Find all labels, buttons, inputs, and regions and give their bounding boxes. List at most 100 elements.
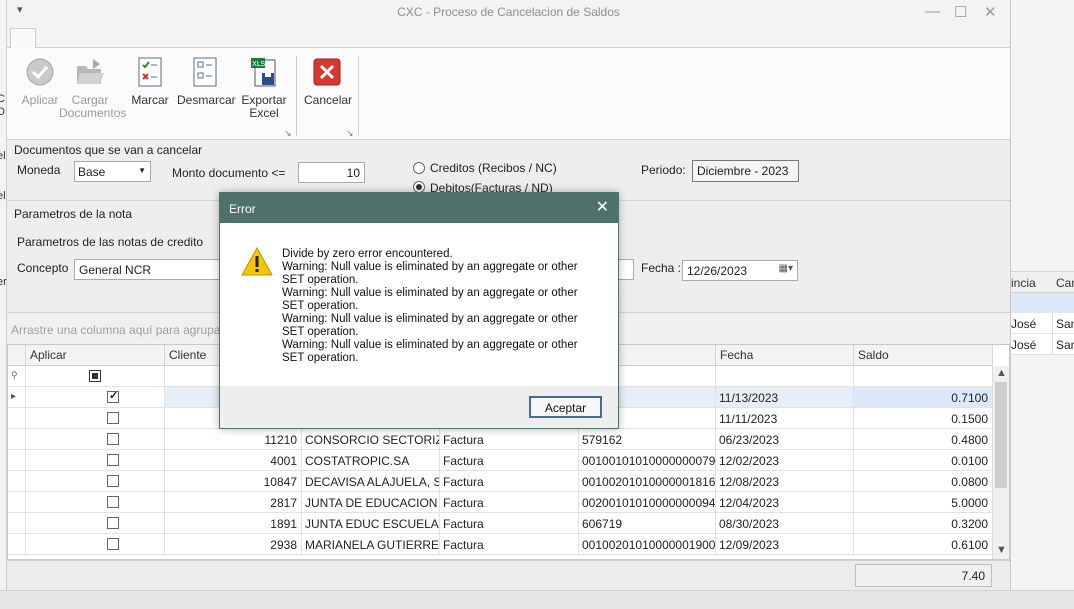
- vertical-scrollbar[interactable]: ▲ ▼: [992, 366, 1009, 559]
- background-row: José San: [1011, 313, 1074, 334]
- aplicar-cell: [26, 534, 165, 555]
- filter-cell[interactable]: [26, 366, 165, 387]
- ribbon-tab-bar: [7, 26, 1010, 49]
- column-header-aplicar[interactable]: Aplicar: [26, 345, 165, 366]
- background-header-cell: Can: [1056, 276, 1074, 290]
- background-selected-row: [1011, 293, 1074, 313]
- section-documentos-title: Documentos que se van a cancelar: [14, 143, 203, 157]
- select-all-checkbox[interactable]: [89, 370, 101, 382]
- aplicar-label: Aplicar: [21, 93, 59, 107]
- periodo-label: Periodo:: [641, 163, 686, 177]
- table-row[interactable]: 1891JUNTA EDUC ESCUELA B...Factura606719…: [8, 513, 993, 534]
- documento-cell: 606719: [579, 513, 716, 534]
- cancelar-label: Cancelar: [304, 93, 353, 107]
- scroll-down-icon[interactable]: ▼: [996, 544, 1007, 556]
- desmarcar-button[interactable]: Desmarcar: [177, 56, 236, 107]
- row-indicator: [8, 513, 26, 534]
- close-icon[interactable]: ✕: [984, 3, 997, 21]
- cliente-cell: 2938: [165, 534, 302, 555]
- saldo-cell: 0.1500: [854, 408, 993, 429]
- table-row[interactable]: 10847 DECAVISA ALAJUELA, SA Factura 0010020…: [8, 471, 993, 492]
- warning-icon: [240, 246, 274, 281]
- status-bar: [0, 590, 1074, 609]
- saldo-cell: 0.7100: [854, 387, 993, 408]
- aplicar-checkbox[interactable]: [107, 475, 119, 487]
- exportar-excel-label: Exportar Excel: [241, 93, 287, 120]
- aplicar-checkbox[interactable]: [107, 389, 119, 403]
- fecha-cell: 12/09/2023: [716, 534, 854, 555]
- fecha-cell: 08/30/2023: [716, 513, 854, 534]
- cargar-documentos-button[interactable]: Cargar Documentos: [59, 56, 126, 120]
- monto-input[interactable]: 10: [298, 162, 365, 183]
- table-row[interactable]: 4001 COSTATROPIC.SA Factura 001001010100000…: [8, 450, 993, 471]
- ribbon-group-launcher-icon[interactable]: ↘: [284, 128, 292, 139]
- ribbon-group-launcher-icon[interactable]: ↘: [346, 128, 354, 139]
- row-indicator: [8, 492, 26, 513]
- fecha-label: Fecha :: [641, 261, 682, 275]
- creditos-label: Creditos (Recibos / NC): [430, 161, 557, 175]
- row-indicator: [8, 534, 26, 555]
- scroll-up-icon[interactable]: ▲: [996, 367, 1007, 379]
- tipo-cell: Factura: [440, 471, 579, 492]
- row-indicator: [8, 408, 26, 429]
- cliente-cell: 10847: [165, 471, 302, 492]
- saldo-cell: 0.0100: [854, 450, 993, 471]
- cliente-cell: 1891: [165, 513, 302, 534]
- cliente-cell: 2817: [165, 492, 302, 513]
- concepto-label: Concepto: [17, 261, 69, 275]
- nombre-cell: MARIANELA GUTIERREZ...: [302, 534, 440, 555]
- nombre-cell: JUNTA DE EDUCACION ...: [302, 492, 440, 513]
- background-label: D: [0, 106, 5, 118]
- group-by-hint: Arrastre una columna aquí para agrupar p…: [11, 323, 246, 337]
- background-row: José San: [1011, 334, 1074, 355]
- background-label: el: [0, 190, 6, 202]
- table-row[interactable]: 11210 CONSORCIO SECTORIZ... Factura 579162 0…: [8, 429, 993, 450]
- aplicar-cell: [26, 387, 165, 408]
- scrollbar-thumb[interactable]: [995, 382, 1007, 488]
- aplicar-checkbox[interactable]: [107, 538, 119, 550]
- minimize-icon[interactable]: —: [925, 3, 940, 20]
- concepto-select[interactable]: General NCR: [74, 259, 234, 280]
- aplicar-cell: [26, 471, 165, 492]
- aplicar-checkbox[interactable]: [107, 433, 119, 445]
- column-header-saldo[interactable]: Saldo: [854, 345, 993, 366]
- nombre-cell: JUNTA EDUC ESCUELA B...: [302, 513, 440, 534]
- table-row[interactable]: 2817 JUNTA DE EDUCACION ... Factura 0020010…: [8, 492, 993, 513]
- background-app-right: incia Can José San José San: [1010, 0, 1074, 609]
- calendar-dropdown-icon[interactable]: ▦▾: [779, 263, 793, 274]
- ribbon-separator: [296, 56, 297, 136]
- cancelar-button[interactable]: Cancelar: [304, 56, 353, 107]
- aplicar-checkbox[interactable]: [107, 412, 119, 424]
- ribbon-tab-home[interactable]: [10, 28, 36, 49]
- aplicar-checkbox[interactable]: [107, 517, 119, 529]
- marcar-button[interactable]: Marcar: [130, 56, 170, 107]
- nombre-cell: CONSORCIO SECTORIZ...: [302, 429, 440, 450]
- documento-cell: 00100201010000001816: [579, 471, 716, 492]
- filter-cell[interactable]: [854, 366, 993, 387]
- periodo-field[interactable]: Diciembre - 2023: [692, 160, 799, 182]
- exportar-excel-button[interactable]: XLS Exportar Excel: [240, 56, 288, 120]
- cancel-x-icon: [312, 56, 342, 88]
- tipo-cell: Factura: [440, 492, 579, 513]
- aplicar-button[interactable]: Aplicar: [15, 56, 65, 107]
- maximize-icon[interactable]: ☐: [954, 3, 967, 21]
- desmarcar-label: Desmarcar: [177, 93, 236, 107]
- aplicar-checkbox[interactable]: [107, 496, 119, 508]
- aceptar-button[interactable]: Aceptar: [529, 396, 602, 418]
- fecha-cell: 06/23/2023: [716, 429, 854, 450]
- filter-cell[interactable]: [716, 366, 854, 387]
- dialog-close-icon[interactable]: ✕: [596, 197, 609, 217]
- saldo-cell: 5.0000: [854, 492, 993, 513]
- saldo-cell: 0.0800: [854, 471, 993, 492]
- saldo-cell: 0.6100: [854, 534, 993, 555]
- moneda-select[interactable]: Base ▼: [74, 161, 151, 182]
- background-app-left-strip: C D el el er: [0, 0, 7, 609]
- background-cell: José: [1011, 338, 1037, 352]
- fecha-date-picker[interactable]: 12/26/2023 ▦▾: [682, 260, 798, 281]
- creditos-radio[interactable]: [413, 162, 425, 174]
- aplicar-checkbox[interactable]: [107, 454, 119, 466]
- background-header-cell: incia: [1011, 276, 1036, 290]
- table-row[interactable]: 2938MARIANELA GUTIERREZ...Factura0010020…: [8, 534, 993, 555]
- column-header-fecha[interactable]: Fecha: [716, 345, 854, 366]
- background-cell: San: [1056, 317, 1074, 331]
